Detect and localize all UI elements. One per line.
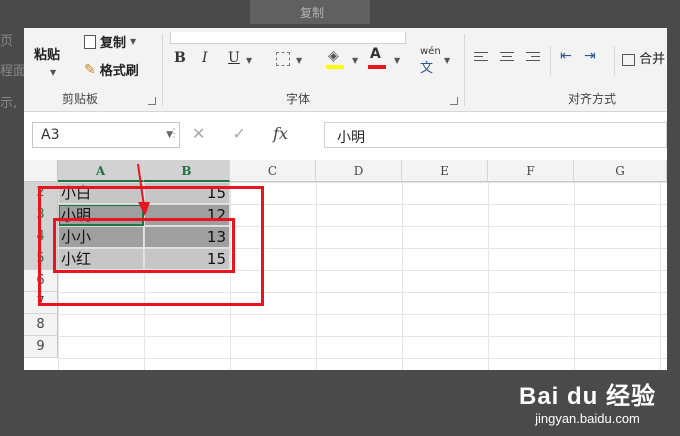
top-strip: 复制 xyxy=(250,0,370,24)
divider xyxy=(162,34,163,106)
font-color-bar xyxy=(368,65,386,69)
align-right-icon[interactable] xyxy=(526,52,540,64)
merge-icon xyxy=(622,53,635,66)
annotation-arrow xyxy=(137,163,150,216)
copy-icon xyxy=(84,34,96,49)
name-box-value: A3 xyxy=(41,127,60,143)
copy-label: 复制 xyxy=(100,36,127,51)
bold-button[interactable]: B xyxy=(174,50,186,66)
column-header-g[interactable]: G xyxy=(574,160,667,182)
font-launcher-icon[interactable] xyxy=(450,97,458,105)
align-left-icon[interactable] xyxy=(474,52,488,64)
select-all-corner[interactable] xyxy=(24,160,58,182)
enter-icon[interactable]: ✓ xyxy=(233,124,246,143)
watermark-url: jingyan.baidu.com xyxy=(535,411,640,426)
insert-function-icon[interactable]: fx xyxy=(273,124,288,143)
column-header-f[interactable]: F xyxy=(488,160,574,182)
clipboard-group-label: 剪贴板 xyxy=(62,92,99,106)
watermark-logo: Bai du 经验 xyxy=(518,383,656,410)
paste-dropdown-icon: ▼ xyxy=(50,68,57,77)
formula-bar-icons: ✕ ✓ fx xyxy=(192,124,288,143)
font-color-icon[interactable]: A xyxy=(370,46,381,62)
formula-bar-grip: ⋮ xyxy=(168,126,180,140)
border-dropdown-icon[interactable]: ▼ xyxy=(296,56,302,65)
merge-button[interactable]: 合并 xyxy=(622,48,665,67)
font-group-label: 字体 xyxy=(286,92,311,106)
row-header-9[interactable]: 9 xyxy=(24,336,58,358)
clipboard-launcher-icon[interactable] xyxy=(148,97,156,105)
underline-dropdown-icon[interactable]: ▼ xyxy=(246,56,252,65)
italic-button[interactable]: I xyxy=(202,50,208,66)
divider xyxy=(464,34,465,106)
font-color-dropdown-icon[interactable]: ▼ xyxy=(394,56,400,65)
merge-label: 合并 xyxy=(639,52,666,67)
alignment-group-label: 对齐方式 xyxy=(568,92,617,106)
border-icon[interactable] xyxy=(276,52,290,66)
underline-button[interactable]: U xyxy=(228,50,240,66)
background-text-2: 程面 xyxy=(0,64,27,79)
copy-button[interactable]: 复制 ▼ xyxy=(84,32,136,51)
format-painter-button[interactable]: ✎ 格式刷 xyxy=(84,60,139,80)
fill-color-dropdown-icon[interactable]: ▼ xyxy=(352,56,358,65)
copy-dropdown-icon: ▼ xyxy=(130,37,137,46)
formula-input-value: 小明 xyxy=(337,130,365,146)
background-text-3: 示, xyxy=(0,96,18,111)
formula-input[interactable]: 小明 xyxy=(324,122,667,148)
divider xyxy=(550,46,551,76)
column-header-c[interactable]: C xyxy=(230,160,316,182)
format-painter-icon: ✎ xyxy=(84,61,96,78)
align-center-icon[interactable] xyxy=(500,52,514,64)
column-header-d[interactable]: D xyxy=(316,160,402,182)
increase-indent-icon[interactable]: ⇥ xyxy=(584,48,596,64)
fill-color-icon[interactable]: ◈ xyxy=(328,48,339,64)
column-header-e[interactable]: E xyxy=(402,160,488,182)
phonetic-button[interactable]: wén 文 xyxy=(420,46,441,76)
background-text-1: 页 xyxy=(0,34,14,49)
spreadsheet-grid: A B C D E F G 2 3 4 5 6 7 8 9 小白 15 小明 1… xyxy=(24,160,667,370)
top-strip-label: 复制 xyxy=(300,6,325,20)
ribbon: 粘贴 ▼ 复制 ▼ ✎ 格式刷 剪贴板 B I U ▼ ▼ ◈ ▼ A ▼ wé… xyxy=(24,28,667,112)
divider xyxy=(614,46,615,76)
format-painter-label: 格式刷 xyxy=(99,64,139,79)
name-box[interactable]: A3 ▼ xyxy=(32,122,180,148)
row-header-8[interactable]: 8 xyxy=(24,314,58,336)
decrease-indent-icon[interactable]: ⇤ xyxy=(560,48,572,64)
phonetic-glyph: 文 xyxy=(420,61,434,76)
paste-button[interactable]: 粘贴 ▼ xyxy=(30,32,70,80)
paste-label: 粘贴 xyxy=(34,48,61,63)
baidu-jingyan-watermark: Bai du 经验 jingyan.baidu.com xyxy=(519,376,656,426)
excel-window: 粘贴 ▼ 复制 ▼ ✎ 格式刷 剪贴板 B I U ▼ ▼ ◈ ▼ A ▼ wé… xyxy=(24,28,667,370)
cancel-icon[interactable]: ✕ xyxy=(192,124,205,143)
fill-color-bar xyxy=(326,65,344,69)
phonetic-dropdown-icon[interactable]: ▼ xyxy=(444,56,450,65)
phonetic-label: wén xyxy=(420,46,441,57)
annotation-inner-box xyxy=(53,218,235,273)
font-name-box[interactable] xyxy=(170,32,406,44)
formula-bar: A3 ▼ ⋮ ✕ ✓ fx 小明 xyxy=(24,120,667,150)
